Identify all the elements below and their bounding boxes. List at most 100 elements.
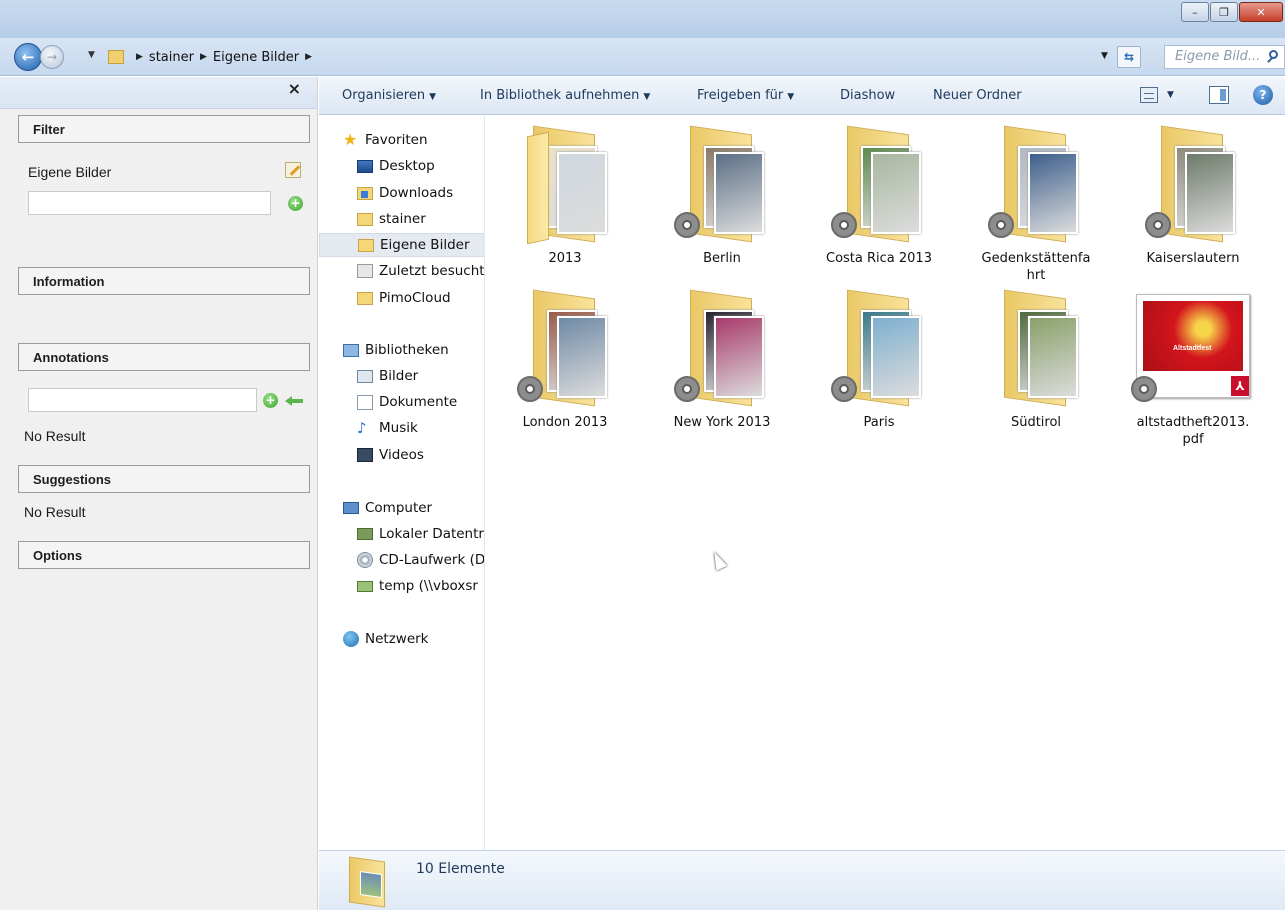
- file-name: Berlin: [703, 251, 741, 266]
- nav-network-drive[interactable]: temp (\\vboxsr: [319, 574, 484, 598]
- nav-recent-places[interactable]: Zuletzt besucht: [319, 259, 485, 283]
- recent-pages-dropdown[interactable]: ▼: [88, 50, 95, 60]
- close-panel-icon[interactable]: ×: [288, 79, 301, 98]
- nav-label: Netzwerk: [365, 631, 429, 647]
- nav-dokumente[interactable]: Dokumente: [319, 390, 484, 414]
- options-section-header[interactable]: Options: [18, 541, 310, 569]
- help-icon[interactable]: ?: [1253, 85, 1273, 105]
- slideshow-button[interactable]: Diashow: [840, 88, 895, 103]
- share-with-menu[interactable]: Freigeben für ▼: [697, 88, 794, 103]
- nav-downloads[interactable]: Downloads: [319, 181, 484, 205]
- breadcrumb[interactable]: ▶ stainer ▶ Eigene Bilder ▶: [100, 45, 1100, 69]
- nav-label: Desktop: [379, 158, 435, 174]
- nav-label: Musik: [379, 420, 418, 436]
- nav-label: stainer: [379, 211, 426, 227]
- breadcrumb-item-stainer[interactable]: stainer: [149, 50, 194, 65]
- libraries-icon: [343, 343, 359, 357]
- forward-button[interactable]: →: [40, 45, 64, 69]
- sync-status-icon: [1131, 376, 1157, 402]
- nav-label: Videos: [379, 447, 424, 463]
- caret-down-icon: ▼: [787, 92, 795, 102]
- nav-label: Eigene Bilder: [380, 237, 470, 253]
- folder-tile-costa-rica-2013[interactable]: Costa Rica 2013: [805, 124, 953, 267]
- preview-pane-icon[interactable]: [1209, 86, 1229, 104]
- address-bar: ← → ▼ ▶ stainer ▶ Eigene Bilder ▶ ▼ ⇆ Ei…: [0, 38, 1285, 76]
- nav-label: Favoriten: [365, 132, 428, 148]
- maximize-button[interactable]: ❐: [1210, 2, 1238, 22]
- nav-stainer[interactable]: stainer: [319, 207, 484, 231]
- back-button[interactable]: ←: [14, 43, 42, 71]
- nav-local-drive[interactable]: Lokaler Datentr: [319, 522, 484, 546]
- change-view-icon[interactable]: [1140, 87, 1158, 103]
- nav-eigene-bilder[interactable]: Eigene Bilder: [319, 233, 484, 257]
- nav-label: Zuletzt besucht: [379, 263, 485, 279]
- view-options-dropdown[interactable]: ▼: [1167, 90, 1174, 100]
- refresh-button[interactable]: ⇆: [1117, 46, 1141, 68]
- item-count: 10 Elemente: [416, 861, 505, 877]
- details-pane: 10 Elemente: [319, 850, 1285, 910]
- add-filter-icon[interactable]: +: [288, 196, 303, 211]
- sync-status-icon: [831, 376, 857, 402]
- nav-libraries[interactable]: Bibliotheken: [319, 338, 484, 362]
- folder-tile-new-york-2013[interactable]: New York 2013: [648, 288, 796, 431]
- folder-tile-suedtirol[interactable]: Südtirol: [962, 288, 1110, 431]
- organize-menu[interactable]: Organisieren ▼: [342, 88, 436, 103]
- folder-icon: [357, 291, 373, 305]
- nav-cd-drive[interactable]: CD-Laufwerk (D: [319, 548, 484, 572]
- folder-icon: [674, 288, 770, 408]
- address-dropdown-button[interactable]: ▼: [1101, 51, 1108, 61]
- annotation-side-panel: × Filter Eigene Bilder + Information Ann…: [0, 77, 318, 910]
- chevron-right-icon[interactable]: ▶: [305, 52, 312, 62]
- downloads-folder-icon: [357, 186, 373, 200]
- breadcrumb-item-eigene-bilder[interactable]: Eigene Bilder: [213, 50, 299, 65]
- file-tile-altstadtheft2013-pdf[interactable]: Altstadtfest ⅄ altstadtheft2013.pdf: [1119, 288, 1267, 448]
- include-in-library-menu[interactable]: In Bibliothek aufnehmen ▼: [480, 88, 650, 103]
- search-input[interactable]: Eigene Bild...: [1164, 45, 1285, 69]
- folder-icon: [1145, 124, 1241, 244]
- nav-label: Computer: [365, 500, 433, 516]
- folder-tile-gedenkstaettenfahrt[interactable]: Gedenkstättenfahrt: [962, 124, 1110, 284]
- file-name: Südtirol: [1010, 415, 1062, 430]
- documents-icon: [357, 394, 373, 410]
- chevron-right-icon[interactable]: ▶: [200, 52, 207, 62]
- minimize-button[interactable]: –: [1181, 2, 1209, 22]
- folder-icon: [517, 288, 613, 408]
- nav-network[interactable]: Netzwerk: [319, 627, 484, 651]
- new-folder-button[interactable]: Neuer Ordner: [933, 88, 1022, 103]
- nav-favorites[interactable]: ★ Favoriten: [319, 128, 484, 152]
- side-panel-header: ×: [0, 77, 317, 109]
- filter-label: Eigene Bilder: [28, 164, 112, 180]
- folder-tile-london-2013[interactable]: London 2013: [491, 288, 639, 431]
- annotations-section-header[interactable]: Annotations: [18, 343, 310, 371]
- nav-computer[interactable]: Computer: [319, 496, 484, 520]
- edit-icon[interactable]: [285, 162, 301, 178]
- close-button[interactable]: ✕: [1239, 2, 1283, 22]
- folder-icon: [357, 212, 373, 226]
- chevron-right-icon[interactable]: ▶: [136, 52, 143, 62]
- filter-section-header[interactable]: Filter: [18, 115, 310, 143]
- annotation-input[interactable]: [28, 388, 257, 412]
- information-section-header[interactable]: Information: [18, 267, 310, 295]
- nav-label: Lokaler Datentr: [379, 526, 484, 542]
- nav-desktop[interactable]: Desktop: [319, 154, 484, 178]
- nav-musik[interactable]: ♪ Musik: [319, 416, 484, 440]
- folder-tile-2013[interactable]: 2013: [491, 124, 639, 267]
- file-list: 2013 Berlin Costa Rica 2013 Gedenkstätte…: [486, 116, 1285, 850]
- nav-label: Dokumente: [379, 394, 458, 410]
- nav-videos[interactable]: Videos: [319, 443, 484, 467]
- recent-places-icon: [357, 264, 373, 278]
- arrow-left-icon[interactable]: [285, 396, 303, 406]
- nav-label: Bilder: [379, 368, 419, 384]
- pictures-folder-icon: [358, 238, 374, 252]
- add-annotation-icon[interactable]: +: [263, 393, 278, 408]
- search-icon[interactable]: [1266, 49, 1282, 65]
- nav-pimocloud[interactable]: PimoCloud: [319, 286, 484, 310]
- filter-input[interactable]: [28, 191, 271, 215]
- folder-tile-berlin[interactable]: Berlin: [648, 124, 796, 267]
- nav-bilder[interactable]: Bilder: [319, 364, 484, 388]
- pictures-folder-icon: [108, 50, 124, 64]
- suggestions-section-header[interactable]: Suggestions: [18, 465, 310, 493]
- include-in-library-label: In Bibliothek aufnehmen: [480, 88, 640, 103]
- folder-tile-kaiserslautern[interactable]: Kaiserslautern: [1119, 124, 1267, 267]
- folder-tile-paris[interactable]: Paris: [805, 288, 953, 431]
